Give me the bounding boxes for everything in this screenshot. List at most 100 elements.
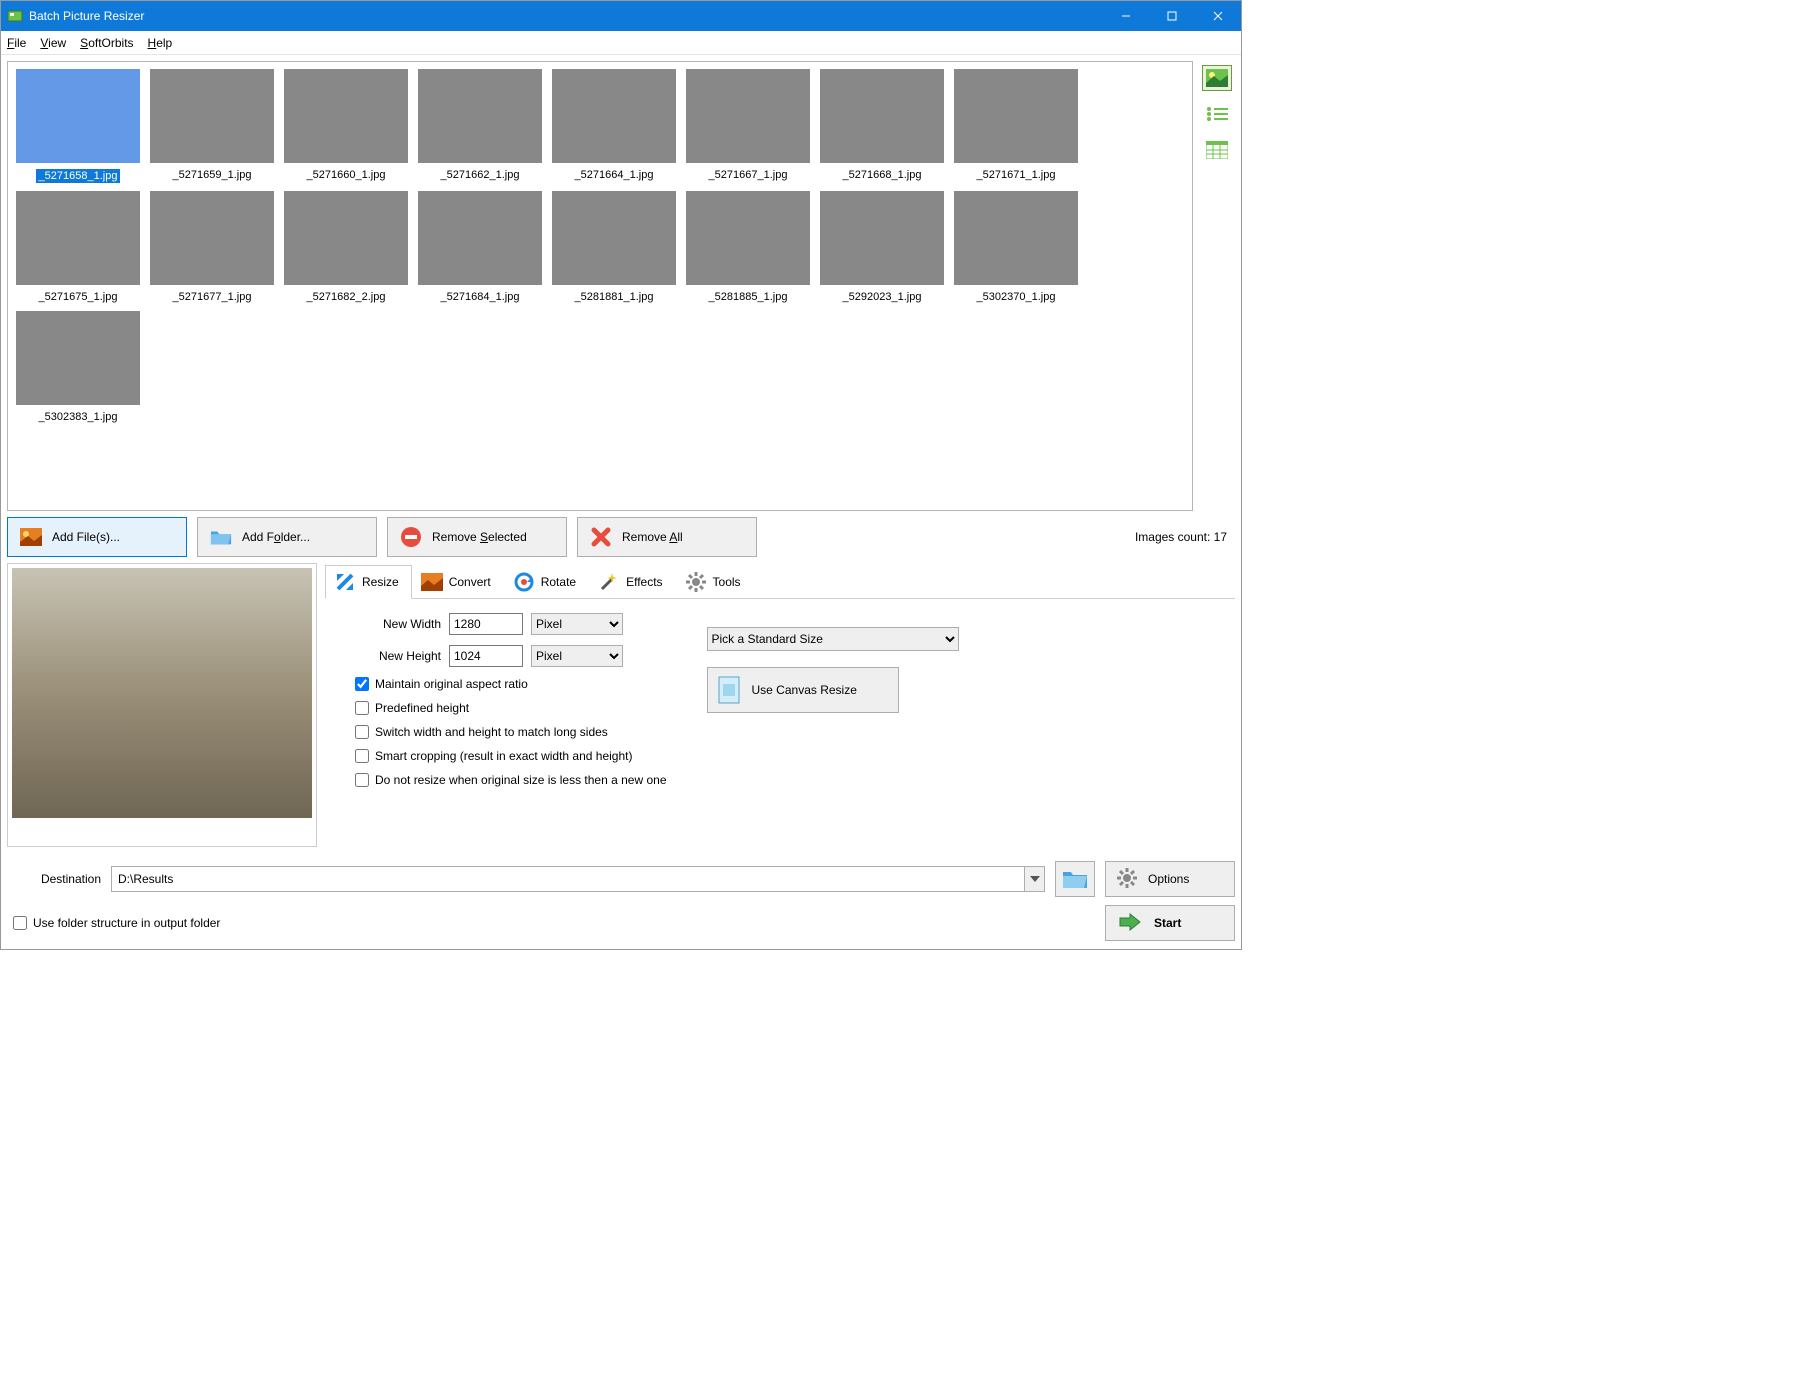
start-button[interactable]: Start: [1105, 905, 1235, 941]
window-controls: [1103, 1, 1241, 31]
thumbnail-label: _5271667_1.jpg: [709, 169, 788, 181]
menu-softorbits[interactable]: SoftOrbits: [80, 36, 133, 50]
menu-help[interactable]: Help: [148, 36, 173, 50]
canvas-icon: [718, 676, 740, 704]
tabs-area: Resize Convert Rotate Effects Tools: [325, 563, 1235, 847]
thumbnail-label: _5281881_1.jpg: [575, 291, 654, 303]
add-folder-button[interactable]: Add Folder...: [197, 517, 377, 557]
maintain-ratio-checkbox[interactable]: Maintain original aspect ratio: [355, 677, 667, 691]
thumbnail-image: [686, 69, 810, 163]
chevron-down-icon[interactable]: [1024, 867, 1044, 891]
view-thumbnails-button[interactable]: [1202, 65, 1232, 91]
menu-view[interactable]: View: [40, 36, 66, 50]
thumbnail-image: [150, 191, 274, 285]
predefined-height-checkbox[interactable]: Predefined height: [355, 701, 667, 715]
smart-crop-checkbox[interactable]: Smart cropping (result in exact width an…: [355, 749, 667, 763]
thumbnail-label: _5271675_1.jpg: [39, 291, 118, 303]
thumbnail-item[interactable]: _5302383_1.jpg: [13, 309, 143, 425]
thumbnail-item[interactable]: _5302370_1.jpg: [951, 189, 1081, 305]
thumbnail-item[interactable]: _5271667_1.jpg: [683, 67, 813, 185]
new-height-input[interactable]: [449, 645, 523, 667]
add-files-button[interactable]: Add File(s)...: [7, 517, 187, 557]
menu-file[interactable]: File: [7, 36, 26, 50]
new-width-input[interactable]: [449, 613, 523, 635]
thumbnail-item[interactable]: _5271671_1.jpg: [951, 67, 1081, 185]
app-window: Batch Picture Resizer File View SoftOrbi…: [0, 0, 1242, 950]
thumbnail-label: _5281885_1.jpg: [709, 291, 788, 303]
thumbnail-label: _5271671_1.jpg: [977, 169, 1056, 181]
close-button[interactable]: [1195, 1, 1241, 31]
tab-effects[interactable]: Effects: [589, 564, 675, 598]
thumbnail-item[interactable]: _5281885_1.jpg: [683, 189, 813, 305]
actions-row: Add File(s)... Add Folder... Remove Sele…: [1, 511, 1241, 563]
thumbnail-label: _5271682_2.jpg: [307, 291, 386, 303]
thumbnail-label: _5271659_1.jpg: [173, 169, 252, 181]
menubar: File View SoftOrbits Help: [1, 31, 1241, 55]
thumbnail-item[interactable]: _5271668_1.jpg: [817, 67, 947, 185]
do-not-resize-checkbox[interactable]: Do not resize when original size is less…: [355, 773, 667, 787]
tabstrip: Resize Convert Rotate Effects Tools: [325, 563, 1235, 599]
convert-icon: [421, 571, 443, 593]
thumbnail-item[interactable]: _5271675_1.jpg: [13, 189, 143, 305]
thumbnail-item[interactable]: _5271664_1.jpg: [549, 67, 679, 185]
tab-rotate[interactable]: Rotate: [504, 564, 589, 598]
view-details-button[interactable]: [1202, 137, 1232, 163]
view-list-button[interactable]: [1202, 101, 1232, 127]
width-unit-select[interactable]: Pixel: [531, 613, 623, 635]
maximize-button[interactable]: [1149, 1, 1195, 31]
thumbnail-item[interactable]: _5271662_1.jpg: [415, 67, 545, 185]
remove-icon: [400, 526, 422, 548]
switch-wh-checkbox[interactable]: Switch width and height to match long si…: [355, 725, 667, 739]
thumbnail-image: [418, 191, 542, 285]
preview-panel: [7, 563, 317, 847]
thumbnail-image: [686, 191, 810, 285]
thumbnail-item[interactable]: _5271660_1.jpg: [281, 67, 411, 185]
thumbnail-item[interactable]: _5271658_1.jpg: [13, 67, 143, 185]
app-icon: [7, 8, 23, 24]
thumbnail-image: [552, 69, 676, 163]
destination-combo[interactable]: [111, 866, 1045, 892]
thumbnail-image: [552, 191, 676, 285]
thumbnail-image: [418, 69, 542, 163]
thumbnail-image: [954, 69, 1078, 163]
preview-image: [12, 568, 312, 818]
gear-icon: [1116, 867, 1138, 892]
remove-all-icon: [590, 526, 612, 548]
thumbnail-label: _5271684_1.jpg: [441, 291, 520, 303]
thumbnail-image: [284, 69, 408, 163]
destination-input[interactable]: [112, 867, 1024, 891]
tab-resize[interactable]: Resize: [325, 565, 412, 599]
thumbnail-label: _5292023_1.jpg: [843, 291, 922, 303]
browse-folder-button[interactable]: [1055, 861, 1095, 897]
thumbnail-panel[interactable]: _5271658_1.jpg _5271659_1.jpg _5271660_1.j…: [7, 61, 1193, 511]
thumbnail-item[interactable]: _5271659_1.jpg: [147, 67, 277, 185]
thumbnail-image: [16, 69, 140, 163]
thumbnail-image: [820, 191, 944, 285]
thumbnail-item[interactable]: _5271677_1.jpg: [147, 189, 277, 305]
resize-tab-body: New Width Pixel New Height Pixel Maintai…: [325, 599, 1235, 793]
destination-row: Destination Options: [1, 853, 1241, 901]
standard-size-select[interactable]: Pick a Standard Size: [707, 627, 959, 651]
thumbnail-label: _5271658_1.jpg: [36, 169, 121, 183]
main-area: _5271658_1.jpg _5271659_1.jpg _5271660_1.j…: [1, 55, 1241, 511]
use-folder-structure-checkbox[interactable]: Use folder structure in output folder: [13, 916, 220, 930]
options-button[interactable]: Options: [1105, 861, 1235, 897]
thumbnail-item[interactable]: _5292023_1.jpg: [817, 189, 947, 305]
picture-icon: [20, 526, 42, 548]
thumbnail-item[interactable]: _5271684_1.jpg: [415, 189, 545, 305]
thumbnail-item[interactable]: _5281881_1.jpg: [549, 189, 679, 305]
thumbnail-label: _5302370_1.jpg: [977, 291, 1056, 303]
remove-all-button[interactable]: Remove All: [577, 517, 757, 557]
tab-tools[interactable]: Tools: [676, 564, 754, 598]
thumbnail-image: [16, 311, 140, 405]
thumbnail-label: _5271668_1.jpg: [843, 169, 922, 181]
canvas-resize-button[interactable]: Use Canvas Resize: [707, 667, 899, 713]
images-count-label: Images count: 17: [1135, 530, 1235, 544]
tab-convert[interactable]: Convert: [412, 564, 504, 598]
minimize-button[interactable]: [1103, 1, 1149, 31]
remove-selected-button[interactable]: Remove Selected: [387, 517, 567, 557]
height-unit-select[interactable]: Pixel: [531, 645, 623, 667]
effects-icon: [598, 571, 620, 593]
thumbnail-item[interactable]: _5271682_2.jpg: [281, 189, 411, 305]
thumbnail-label: _5302383_1.jpg: [39, 411, 118, 423]
